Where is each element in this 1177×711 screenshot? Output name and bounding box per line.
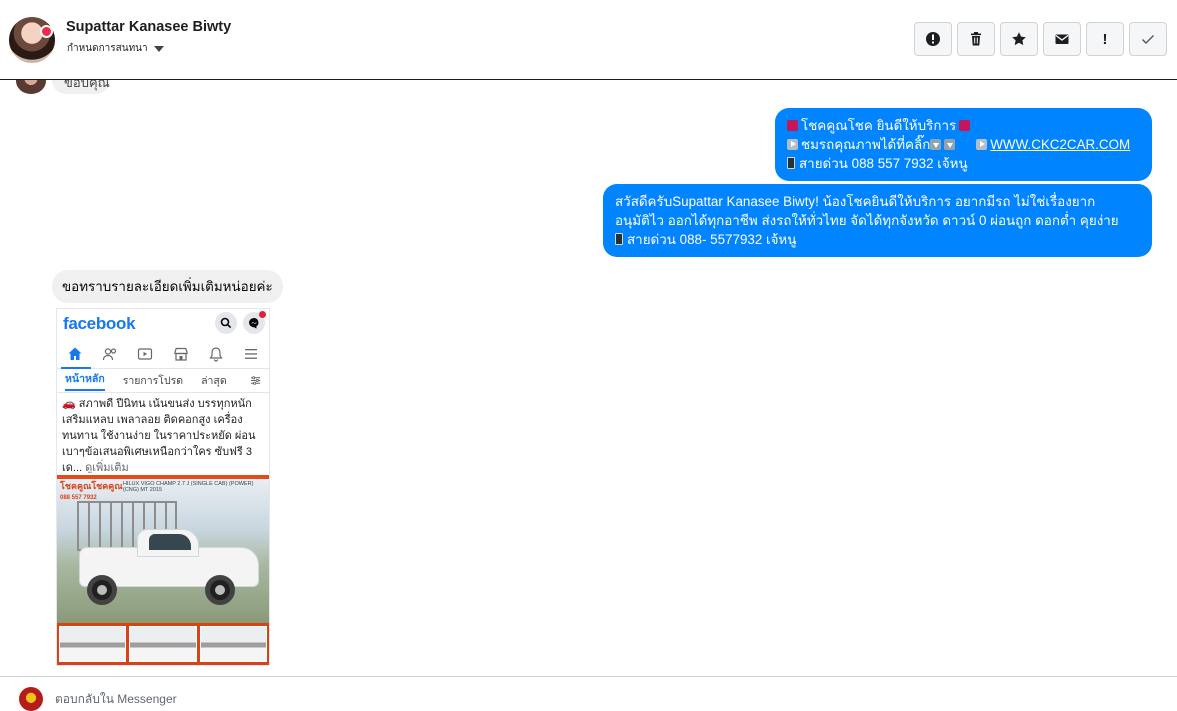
search-icon [215, 312, 237, 334]
message-line: สายด่วน 088- 5577932 เจ้หนู [615, 230, 1140, 249]
avatar[interactable] [9, 17, 55, 63]
filter-icon [250, 376, 261, 385]
message-bubble-incoming: ขอทราบรายละเอียดเพิ่มเติมหน่อยค่ะ [52, 270, 283, 303]
delete-button[interactable] [957, 22, 995, 56]
truck-window [149, 534, 191, 550]
mark-done-button[interactable] [1129, 22, 1167, 56]
message-line: อนุมัติไว ออกได้ทุกอาชีพ ส่งรถให้ทั่วไทย… [615, 213, 1119, 228]
header-actions: ! [914, 22, 1167, 56]
message-text: สายด่วน 088 557 7932 เจ้หนู [799, 156, 968, 171]
mark-unread-button[interactable] [1043, 22, 1081, 56]
conversation-options-label: กำหนดการสนทนา [67, 43, 148, 54]
message-line: ชมรถคุณภาพได้ที่คลิ๊ก WWW.CKC2CAR.COM [787, 135, 1140, 154]
thumbnail [199, 626, 267, 662]
alert-circle-icon [926, 32, 940, 46]
message-text: ชมรถคุณภาพได้ที่คลิ๊ก [801, 137, 931, 152]
pink-square-icon [787, 120, 798, 131]
thumbnail [59, 626, 127, 662]
conversation-header: Supattar Kanasee Biwty กำหนดการสนทนา ! [0, 0, 1177, 80]
down-arrow-icon [944, 139, 956, 150]
message-bubble-outgoing: โชคคูณโชค ยินดีให้บริการ ชมรถคุณภาพได้ที… [775, 108, 1152, 181]
menu-icon [245, 348, 258, 359]
marketplace-icon [174, 347, 188, 361]
attached-image[interactable]: facebook หน้าหลัก รายการโปรด ล่าสุด 🚗 สภ… [56, 308, 270, 666]
mobile-phone-icon [615, 233, 623, 245]
fb-nav [57, 339, 269, 369]
fb-tab: ล่าสุด [201, 375, 227, 387]
message-bubble-outgoing: สวัสดีครับSupattar Kanasee Biwty! น้องโช… [603, 184, 1152, 257]
ad-thumbnails [57, 623, 269, 665]
fb-tab: รายการโปรด [122, 375, 184, 387]
car-ad-image: โชคคูณโชคคูณ 088 557 7932 HILUX VIGO CHA… [57, 475, 269, 623]
fb-feed-tabs: หน้าหลัก รายการโปรด ล่าสุด [57, 369, 269, 393]
exclamation-icon: ! [1102, 30, 1108, 48]
message-text: สายด่วน 088- 5577932 เจ้หนู [627, 232, 797, 247]
report-spam-button[interactable] [914, 22, 952, 56]
message-text: โชคคูณโชค ยินดีให้บริการ [801, 118, 957, 133]
wheel [205, 575, 235, 605]
ad-brand-name: โชคคูณโชคคูณ [60, 481, 123, 491]
messenger-icon [243, 311, 266, 334]
home-icon [68, 347, 82, 360]
conversation-options[interactable]: กำหนดการสนทนา [67, 41, 164, 56]
message-line: สวัสดีครับSupattar Kanasee Biwty! น้องโช… [615, 194, 1096, 209]
mobile-phone-icon [787, 157, 795, 169]
video-icon [138, 347, 153, 360]
wheel [87, 575, 117, 605]
down-arrow-icon [930, 139, 942, 150]
message-bubble-incoming: ขอบคุณ [52, 80, 110, 94]
play-button-icon [976, 139, 988, 150]
envelope-icon [1055, 34, 1069, 44]
website-link[interactable]: WWW.CKC2CAR.COM [990, 137, 1130, 152]
fb-post-text: 🚗 สภาพดี ปีนิทน เน้นขนส่ง บรรทุกหนัก เสร… [57, 393, 269, 473]
ad-brand: โชคคูณโชคคูณ 088 557 7932 [60, 481, 123, 503]
ad-model: HILUX VIGO CHAMP 2.7 J (SINGLE CAB) (POW… [123, 481, 254, 493]
play-button-icon [787, 139, 798, 150]
facebook-logo: facebook [63, 314, 136, 333]
see-more-link: ดูเพิ่มเติม [85, 462, 129, 473]
message-thread[interactable]: ขอบคุณ โชคคูณโชค ยินดีให้บริการ ชมรถคุณภ… [0, 80, 1177, 676]
friends-icon [102, 347, 117, 360]
chevron-down-icon [153, 45, 164, 52]
priority-button[interactable]: ! [1086, 22, 1124, 56]
checkmark-icon [1142, 35, 1154, 44]
footer-bar: ตอบกลับใน Messenger [0, 676, 1177, 711]
star-icon [1012, 32, 1026, 46]
sender-avatar [16, 80, 46, 94]
pink-square-icon [959, 120, 971, 131]
page-avatar-icon [19, 687, 43, 711]
avatar-badge [40, 25, 53, 38]
message-line: สายด่วน 088 557 7932 เจ้หนู [787, 154, 1140, 173]
notification-dot [259, 311, 266, 318]
fb-topbar: facebook [57, 309, 269, 339]
thumbnail [129, 626, 197, 662]
trash-icon [971, 32, 981, 46]
star-button[interactable] [1000, 22, 1038, 56]
bell-icon [209, 346, 223, 362]
active-tab-indicator [61, 367, 91, 369]
message-line: โชคคูณโชค ยินดีให้บริการ [787, 116, 1140, 135]
contact-name[interactable]: Supattar Kanasee Biwty [66, 19, 231, 35]
fb-tab: หน้าหลัก [65, 370, 105, 391]
